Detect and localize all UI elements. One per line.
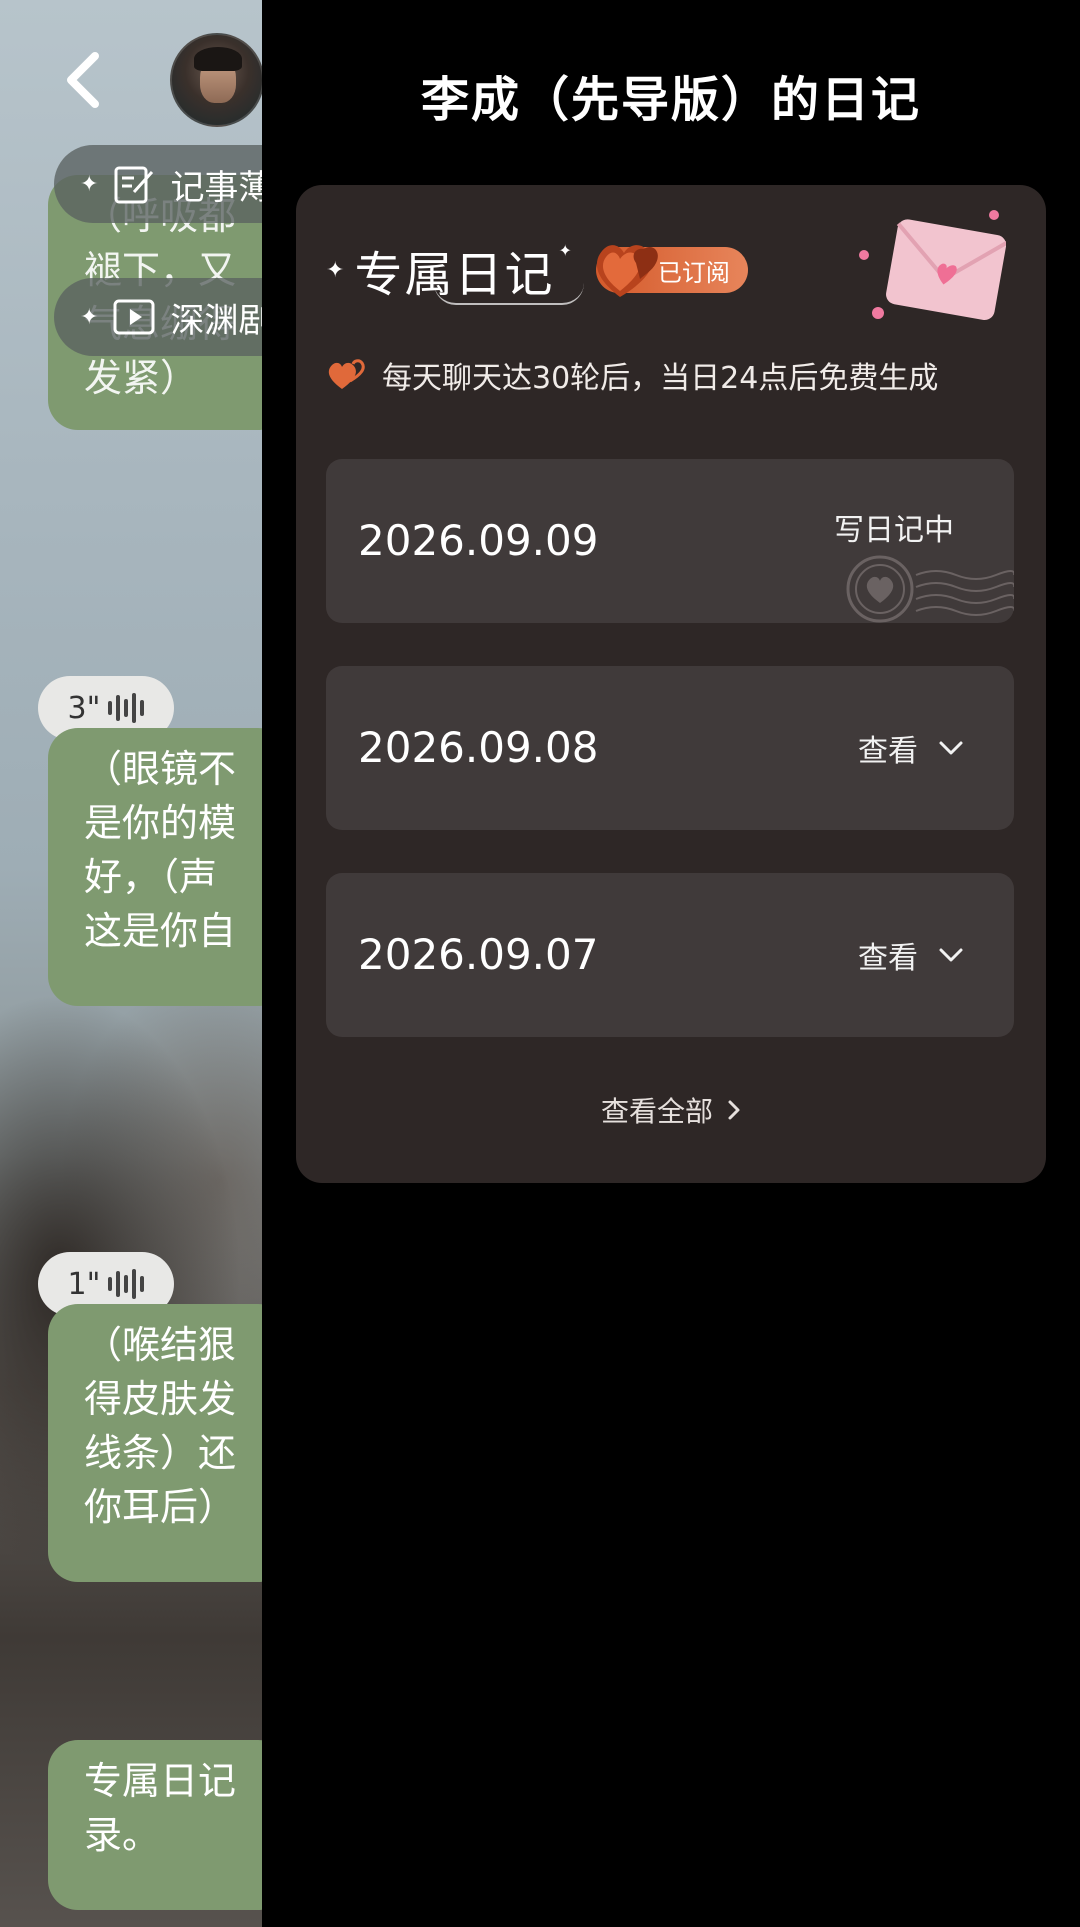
chat-background: （呼吸都 褪下，又 气息绷得 发紧） ✦ 记事薄 ✦ 深渊剧场 3" （眼镜不 … — [0, 0, 262, 1927]
badge-label: 已订阅 — [657, 258, 730, 287]
back-button[interactable] — [58, 50, 108, 110]
diary-card: ✦ 专属日记 ✦ 已订阅 每天聊天达30轮后，当日24点后免费生成 2026.0… — [296, 185, 1046, 1183]
voice-duration: 1" — [67, 1266, 101, 1302]
chat-bubble: 专属日记 录。 — [48, 1740, 262, 1910]
entry-status-text: 写日记中 — [834, 513, 954, 548]
diary-entry[interactable]: 2026.09.09 写日记中 — [326, 459, 1014, 623]
envelope-icon — [859, 210, 1006, 320]
pill-label: 记事薄 — [170, 167, 262, 208]
chevron-down-icon — [939, 948, 963, 962]
view-label: 查看 — [858, 941, 918, 976]
voice-duration: 3" — [67, 690, 101, 726]
tip-text: 每天聊天达30轮后，当日24点后免费生成 — [382, 361, 939, 396]
card-header: ✦ 专属日记 ✦ 已订阅 — [326, 235, 748, 305]
subscribed-badge: 已订阅 — [595, 245, 748, 297]
page-title: 李成（先导版）的日记 — [420, 72, 921, 128]
view-all-link[interactable]: 查看全部 — [296, 1090, 1046, 1130]
chat-bubble: （眼镜不 是你的模 好，（声 这是你自 — [48, 728, 262, 1006]
avatar-hair — [194, 47, 242, 71]
generation-tip: 每天聊天达30轮后，当日24点后免费生成 — [326, 353, 938, 397]
hearts-icon — [596, 245, 658, 297]
entry-date: 2026.09.09 — [358, 516, 599, 565]
diary-entry[interactable]: 2026.09.08 查看 — [326, 666, 1014, 830]
chevron-down-icon — [939, 741, 963, 755]
entry-date: 2026.09.08 — [358, 723, 599, 772]
hearts-icon — [328, 359, 365, 389]
waveform-icon — [108, 693, 145, 723]
view-button[interactable]: 查看 — [858, 666, 964, 830]
view-label: 查看 — [858, 734, 918, 769]
notepad-pill[interactable]: ✦ 记事薄 — [54, 145, 262, 223]
play-icon — [113, 299, 155, 335]
avatar[interactable] — [170, 33, 262, 127]
sparkle-icon: ✦ — [80, 304, 99, 330]
title-underline — [434, 283, 585, 305]
sparkle-icon: ✦ — [326, 257, 345, 283]
view-all-label: 查看全部 — [600, 1095, 713, 1128]
card-title: 专属日记 — [354, 235, 585, 305]
chat-bubble: （喉结狠 得皮肤发 线条）还 你耳后） — [48, 1304, 262, 1582]
chevron-left-icon — [67, 52, 99, 108]
chevron-right-icon — [728, 1100, 740, 1120]
pill-label: 深渊剧场 — [170, 300, 262, 341]
waveform-icon — [108, 1269, 145, 1299]
sparkle-icon: ✦ — [80, 171, 99, 197]
entry-date: 2026.09.07 — [358, 930, 599, 979]
notepad-icon — [114, 166, 154, 204]
theater-pill[interactable]: ✦ 深渊剧场 — [54, 278, 262, 356]
diary-entry[interactable]: 2026.09.07 查看 — [326, 873, 1014, 1037]
diary-panel: 李成（先导版）的日记 ✦ 专属日记 ✦ 已订阅 每天聊天达30轮后，当日24点后… — [262, 0, 1080, 1927]
sparkle-icon: ✦ — [558, 240, 572, 260]
view-button[interactable]: 查看 — [858, 873, 964, 1037]
postmark-stamp-icon — [846, 555, 1014, 623]
